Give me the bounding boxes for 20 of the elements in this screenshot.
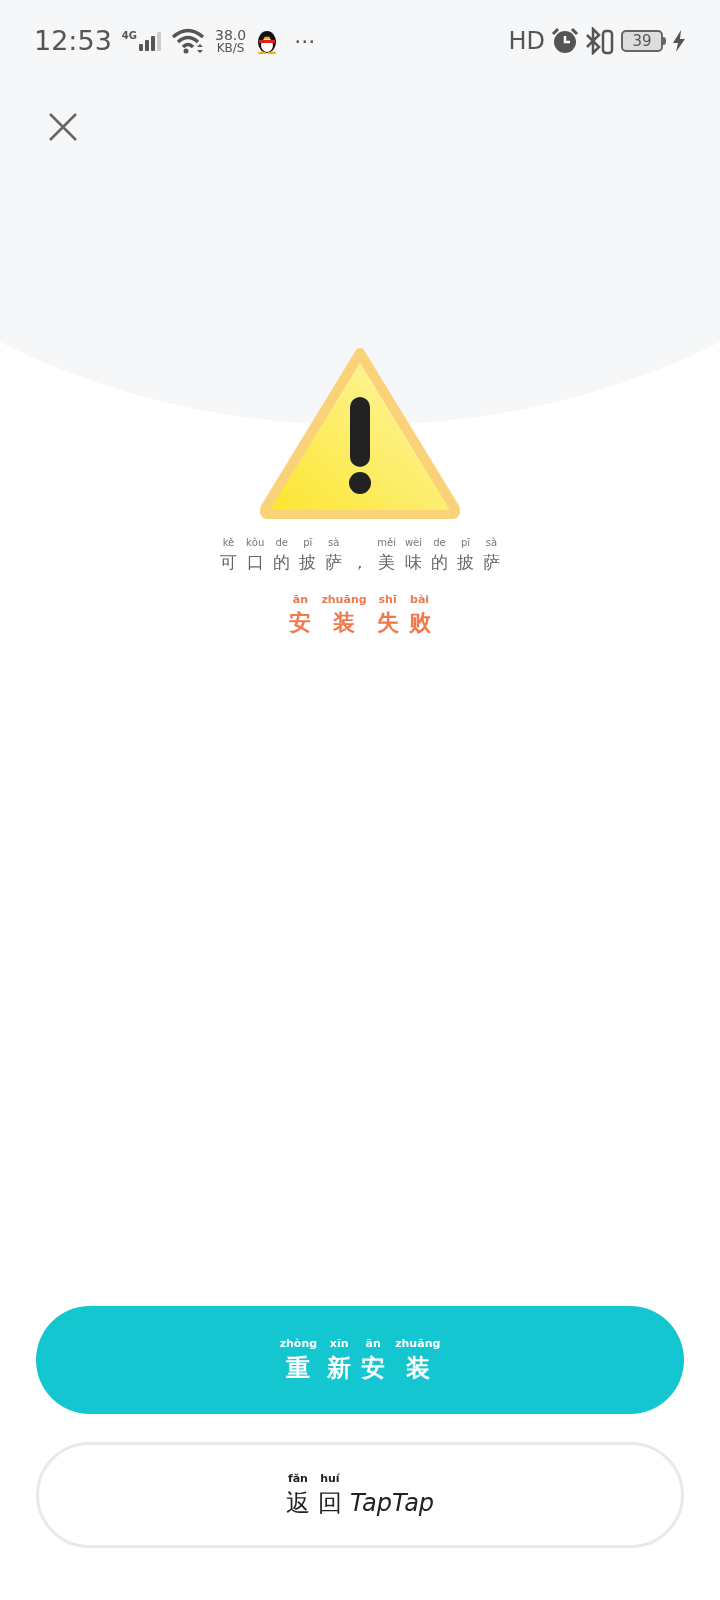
warning-icon xyxy=(260,347,460,519)
close-icon[interactable] xyxy=(48,112,78,142)
speed-value: 38.0 xyxy=(215,28,247,42)
charging-icon xyxy=(672,30,686,52)
back-button[interactable]: fǎn huí 返 回 TapTap xyxy=(36,1442,684,1548)
message-text: 可 口 的 披 萨 ， 美 味 的 披 萨 xyxy=(220,551,500,573)
bluetooth-vibrate-icon xyxy=(585,27,615,55)
clock: 12:53 xyxy=(34,23,112,58)
penguin-icon xyxy=(256,28,279,54)
signal-icon xyxy=(139,31,161,51)
message-pinyin: kě kǒu de pī sà měi wèi de pī sà xyxy=(221,537,499,550)
more-indicator: ··· xyxy=(294,27,316,56)
hd-indicator: HD xyxy=(508,26,545,57)
alarm-icon xyxy=(551,27,579,55)
title-pinyin: ān zhuāng shī bài xyxy=(291,592,431,608)
error-title: 安 装 失 败 xyxy=(289,608,431,636)
battery-indicator: 39 xyxy=(621,30,666,52)
network-type: 4G xyxy=(121,31,137,41)
speed-unit: KB/S xyxy=(216,42,245,54)
wifi-icon xyxy=(171,28,205,54)
